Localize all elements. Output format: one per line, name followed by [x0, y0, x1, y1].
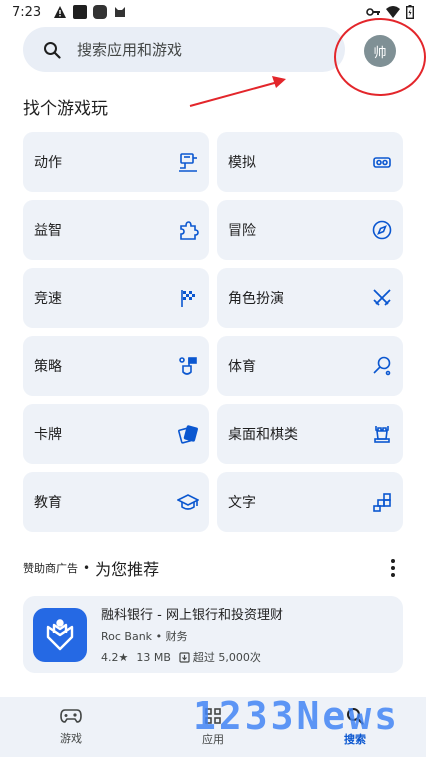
nav-search-label: 搜索: [344, 733, 366, 746]
gamepad-icon: [60, 709, 82, 723]
nav-search[interactable]: 搜索: [284, 697, 426, 757]
category-label: 竞速: [34, 291, 62, 307]
warning-icon: [54, 6, 67, 18]
app-downloads: 超过 5,000次: [192, 651, 261, 664]
racket-icon: [371, 355, 393, 377]
vr-headset-icon: [371, 151, 393, 173]
app-meta: 4.2★ 13 MB 超过 5,000次: [101, 649, 283, 665]
category-label: 模拟: [228, 155, 256, 171]
annotation-circle: [334, 18, 426, 96]
category-label: 桌面和棋类: [228, 427, 298, 443]
app-downloads-group: 超过 5,000次: [179, 649, 261, 665]
separator: •: [83, 561, 91, 575]
checkered-flag-icon: [177, 287, 199, 309]
category-roleplay[interactable]: 角色扮演: [217, 268, 403, 328]
category-strategy[interactable]: 策略: [23, 336, 209, 396]
category-word[interactable]: 文字: [217, 472, 403, 532]
app-card[interactable]: 融科银行 - 网上银行和投资理财 Roc Bank • 财务 4.2★ 13 M…: [23, 596, 403, 673]
app-info: 融科银行 - 网上银行和投资理财 Roc Bank • 财务 4.2★ 13 M…: [101, 604, 283, 665]
strategy-icon: [177, 355, 199, 377]
app-size: 13 MB: [136, 650, 171, 664]
word-blocks-icon: [371, 491, 393, 513]
ads-header: 赞助商广告 • 为您推荐: [23, 556, 403, 580]
app-developer: Roc Bank: [101, 630, 153, 643]
more-options-icon[interactable]: [383, 559, 403, 577]
category-action[interactable]: 动作: [23, 132, 209, 192]
wifi-icon: [386, 6, 400, 18]
category-education[interactable]: 教育: [23, 472, 209, 532]
annotation-arrow: [189, 76, 286, 107]
sponsored-label: 赞助商广告: [23, 562, 78, 575]
category-label: 体育: [228, 359, 256, 375]
status-right: [366, 5, 414, 19]
search-bar[interactable]: 搜索应用和游戏: [23, 27, 345, 72]
category-label: 角色扮演: [228, 291, 284, 307]
category-board[interactable]: 桌面和棋类: [217, 404, 403, 464]
app-name: 融科银行 - 网上银行和投资理财: [101, 608, 283, 623]
category-label: 教育: [34, 495, 62, 511]
category-label: 动作: [34, 155, 62, 171]
apps-grid-icon: [205, 708, 221, 724]
category-label: 冒险: [228, 223, 256, 239]
bottom-navigation: 游戏 应用 搜索: [0, 697, 426, 757]
app-developer-line: Roc Bank • 财务: [101, 628, 283, 644]
category-grid: 动作 模拟 益智 冒险 竞速 角色扮演 策略 体育 卡牌 桌面和棋类 教育 文字: [23, 132, 403, 532]
nav-apps-label: 应用: [202, 733, 224, 746]
status-left: 7:23: [12, 5, 127, 20]
separator: •: [155, 630, 163, 643]
chess-rook-icon: [371, 423, 393, 445]
category-sports[interactable]: 体育: [217, 336, 403, 396]
app-category: 财务: [165, 630, 188, 643]
cards-icon: [177, 423, 199, 445]
nav-apps[interactable]: 应用: [142, 697, 284, 757]
notification-app-icon: [73, 5, 88, 19]
compass-icon: [371, 219, 393, 241]
category-simulation[interactable]: 模拟: [217, 132, 403, 192]
app-icon: [33, 607, 87, 662]
crossed-swords-icon: [371, 287, 393, 309]
nav-games-label: 游戏: [60, 732, 82, 745]
status-time: 7:23: [12, 4, 42, 20]
graduation-cap-icon: [177, 491, 199, 513]
nav-games[interactable]: 游戏: [0, 697, 142, 757]
search-placeholder: 搜索应用和游戏: [77, 41, 183, 59]
battery-icon: [406, 5, 414, 19]
search-icon: [347, 708, 364, 725]
category-puzzle[interactable]: 益智: [23, 200, 209, 260]
puzzle-icon: [177, 219, 199, 241]
section-title: 找个游戏玩: [23, 99, 108, 119]
app-rating: 4.2★: [101, 650, 129, 664]
category-label: 策略: [34, 359, 62, 375]
search-icon: [44, 41, 61, 59]
category-label: 文字: [228, 495, 256, 511]
action-icon: [177, 151, 199, 173]
category-label: 益智: [34, 223, 62, 239]
cat-icon: [115, 7, 126, 17]
recommend-title: 为您推荐: [95, 560, 160, 579]
category-cards[interactable]: 卡牌: [23, 404, 209, 464]
notification-app-icon: [93, 5, 108, 19]
category-adventure[interactable]: 冒险: [217, 200, 403, 260]
category-racing[interactable]: 竞速: [23, 268, 209, 328]
vpn-key-icon: [366, 8, 380, 16]
category-label: 卡牌: [34, 427, 62, 443]
download-icon: [179, 651, 190, 663]
